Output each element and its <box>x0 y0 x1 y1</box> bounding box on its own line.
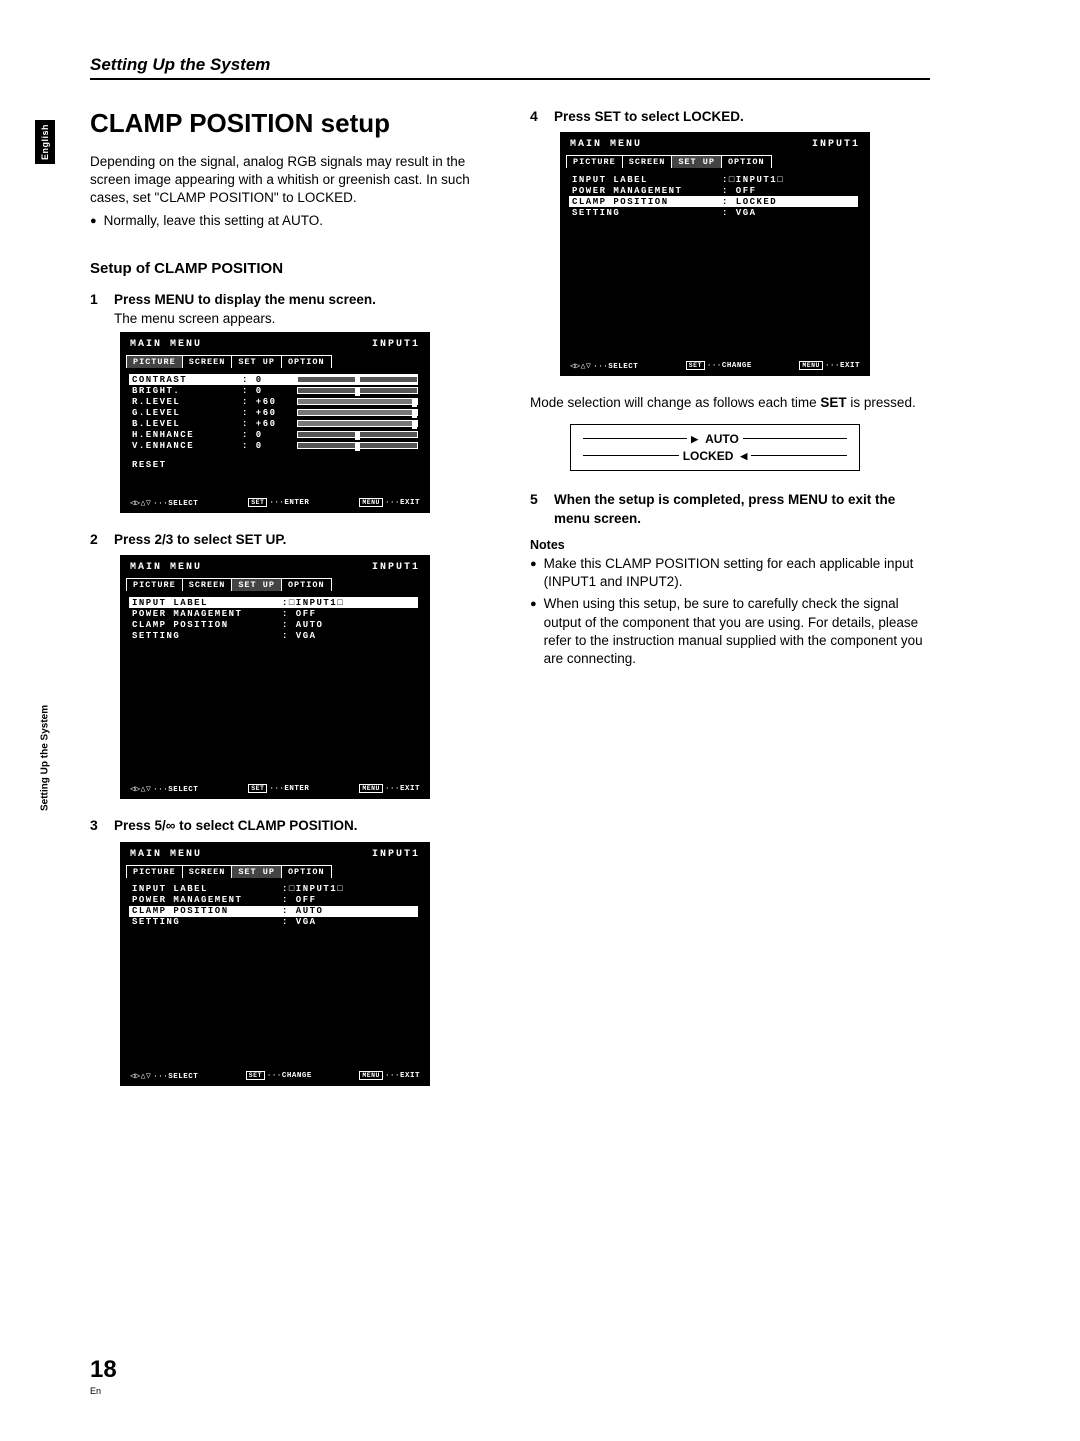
right-column: 4 Press SET to select LOCKED. MAIN MENU … <box>530 108 930 1104</box>
slider <box>297 376 418 383</box>
osd-setup-inputlabel: MAIN MENU INPUT1 PICTURE SCREEN SET UP O… <box>120 555 430 799</box>
step-2: 2 Press 2/3 to select SET UP. <box>90 531 490 549</box>
osd-tab-setup: SET UP <box>231 355 282 368</box>
mode-lead: Mode selection will change as follows ea… <box>530 394 930 412</box>
osd-picture-screen: MAIN MENU INPUT1 PICTURE SCREEN SET UP O… <box>120 332 430 513</box>
nav-icon: ◁▷△▽ <box>130 1071 151 1081</box>
step-4: 4 Press SET to select LOCKED. <box>530 108 930 126</box>
page-number: 18 En <box>90 1356 117 1396</box>
slider <box>297 431 418 438</box>
slider <box>297 387 418 394</box>
page-lang: En <box>90 1386 117 1396</box>
step-title: Press 2/3 to select SET UP. <box>114 532 286 547</box>
step-num: 1 <box>90 291 102 326</box>
step-sub: The menu screen appears. <box>114 311 376 326</box>
step-5: 5 When the setup is completed, press MEN… <box>530 491 930 527</box>
step-title: Press SET to select LOCKED. <box>554 109 744 124</box>
intro-bullet-text: Normally, leave this setting at AUTO. <box>104 212 323 230</box>
left-column: CLAMP POSITION setup Depending on the si… <box>90 108 490 1104</box>
osd-tab-option: OPTION <box>281 355 332 368</box>
intro-bullet: ● Normally, leave this setting at AUTO. <box>90 212 490 230</box>
osd-input: INPUT1 <box>372 339 420 350</box>
step-title: Press MENU to display the menu screen. <box>114 292 376 307</box>
note-1: ● Make this CLAMP POSITION setting for e… <box>530 555 930 591</box>
section-heading: CLAMP POSITION setup <box>90 108 490 139</box>
mode-auto: AUTO <box>705 431 739 447</box>
header-title: Setting Up the System <box>90 55 930 75</box>
subsection-heading: Setup of CLAMP POSITION <box>90 260 490 277</box>
step-num: 2 <box>90 531 102 549</box>
slider <box>297 398 418 405</box>
bullet-icon: ● <box>530 555 537 591</box>
step-1: 1 Press MENU to display the menu screen.… <box>90 291 490 326</box>
nav-icon: ◁▷△▽ <box>570 361 591 371</box>
slider <box>297 442 418 449</box>
osd-tab-picture: PICTURE <box>126 355 183 368</box>
osd-title: MAIN MENU <box>130 339 202 350</box>
bullet-icon: ● <box>90 212 97 230</box>
osd-setup-clamp-auto: MAIN MENU INPUT1 PICTURE SCREEN SET UP O… <box>120 842 430 1086</box>
bullet-icon: ● <box>530 595 537 668</box>
nav-icon: ◁▷△▽ <box>130 784 151 794</box>
header-bar: Setting Up the System <box>90 55 930 80</box>
step-title: Press 5/∞ to select CLAMP POSITION. <box>114 818 357 833</box>
note-2: ● When using this setup, be sure to care… <box>530 595 930 668</box>
osd-tab-screen: SCREEN <box>182 355 233 368</box>
step-title: When the setup is completed, press MENU … <box>554 492 895 525</box>
slider <box>297 409 418 416</box>
notes-heading: Notes <box>530 538 930 552</box>
step-3: 3 Press 5/∞ to select CLAMP POSITION. <box>90 817 490 835</box>
mode-cycle-box: AUTO LOCKED <box>570 424 860 471</box>
intro-text: Depending on the signal, analog RGB sign… <box>90 153 490 208</box>
slider <box>297 420 418 427</box>
step-num: 4 <box>530 108 542 126</box>
osd-setup-clamp-locked: MAIN MENU INPUT1 PICTURE SCREEN SET UP O… <box>560 132 870 376</box>
page-content: Setting Up the System CLAMP POSITION set… <box>30 55 930 1104</box>
nav-icon: ◁▷△▽ <box>130 498 151 508</box>
step-num: 3 <box>90 817 102 835</box>
mode-locked: LOCKED <box>683 448 734 464</box>
step-num: 5 <box>530 491 542 527</box>
